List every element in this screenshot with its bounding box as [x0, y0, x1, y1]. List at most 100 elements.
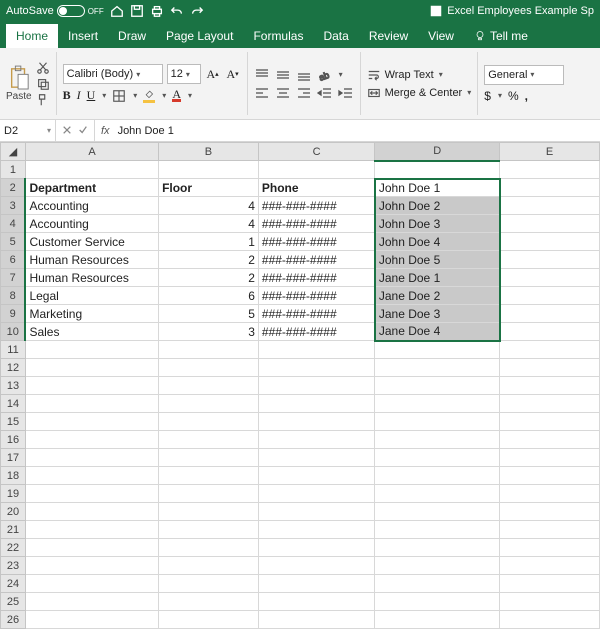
undo-icon[interactable] [170, 4, 184, 18]
cell[interactable] [258, 431, 374, 449]
cell[interactable] [375, 377, 500, 395]
merge-center-button[interactable]: Merge & Center▾ [367, 86, 472, 100]
cell[interactable]: ###-###-#### [258, 215, 374, 233]
column-header-d[interactable]: D [375, 143, 500, 161]
cancel-formula-icon[interactable] [62, 124, 72, 138]
cell[interactable] [500, 269, 600, 287]
row-header[interactable]: 7 [1, 269, 26, 287]
cell[interactable] [500, 215, 600, 233]
cell[interactable]: ###-###-#### [258, 251, 374, 269]
format-painter-icon[interactable] [36, 93, 50, 107]
italic-button[interactable]: I [77, 88, 81, 103]
cell[interactable]: Jane Doe 1 [375, 269, 500, 287]
cell[interactable]: ###-###-#### [258, 197, 374, 215]
orientation-icon[interactable]: ab [317, 68, 333, 82]
cell[interactable] [25, 431, 158, 449]
cell[interactable] [258, 413, 374, 431]
tab-draw[interactable]: Draw [108, 24, 156, 48]
comma-button[interactable]: , [525, 89, 528, 103]
cell[interactable]: John Doe 5 [375, 251, 500, 269]
row-header[interactable]: 23 [1, 557, 26, 575]
cell[interactable] [159, 611, 259, 629]
copy-icon[interactable] [36, 77, 50, 91]
tab-insert[interactable]: Insert [58, 24, 108, 48]
cell[interactable] [258, 521, 374, 539]
cell[interactable] [159, 521, 259, 539]
align-center-icon[interactable] [275, 86, 291, 100]
cell[interactable]: Jane Doe 3 [375, 305, 500, 323]
row-header[interactable]: 25 [1, 593, 26, 611]
cell[interactable] [500, 341, 600, 359]
cell[interactable] [159, 431, 259, 449]
row-header[interactable]: 24 [1, 575, 26, 593]
cell[interactable]: ###-###-#### [258, 323, 374, 341]
cell[interactable]: Human Resources [25, 269, 158, 287]
cell[interactable]: Jane Doe 2 [375, 287, 500, 305]
cell-active[interactable]: John Doe 1 [375, 179, 500, 197]
cell[interactable] [500, 323, 600, 341]
cell[interactable] [159, 539, 259, 557]
cell[interactable] [500, 197, 600, 215]
cell[interactable] [258, 467, 374, 485]
cell[interactable] [25, 575, 158, 593]
autosave-toggle[interactable]: AutoSave OFF [6, 5, 104, 17]
cell[interactable] [258, 557, 374, 575]
cell[interactable] [375, 575, 500, 593]
enter-formula-icon[interactable] [78, 124, 88, 138]
cell[interactable] [25, 395, 158, 413]
column-header-e[interactable]: E [500, 143, 600, 161]
cell[interactable] [375, 593, 500, 611]
cell[interactable] [258, 377, 374, 395]
row-header[interactable]: 15 [1, 413, 26, 431]
row-header[interactable]: 22 [1, 539, 26, 557]
indent-increase-icon[interactable] [338, 86, 354, 100]
cell[interactable]: 4 [159, 197, 259, 215]
cell[interactable]: 2 [159, 251, 259, 269]
align-left-icon[interactable] [254, 86, 270, 100]
cell[interactable]: Customer Service [25, 233, 158, 251]
cell[interactable] [25, 611, 158, 629]
cell[interactable] [159, 503, 259, 521]
cell[interactable] [375, 395, 500, 413]
cell[interactable]: Sales [25, 323, 158, 341]
cell[interactable] [375, 449, 500, 467]
tab-data[interactable]: Data [313, 24, 358, 48]
cell[interactable] [258, 359, 374, 377]
cell[interactable] [258, 485, 374, 503]
row-header[interactable]: 16 [1, 431, 26, 449]
cell[interactable] [25, 161, 158, 179]
cell[interactable]: 5 [159, 305, 259, 323]
cell[interactable] [25, 449, 158, 467]
align-top-icon[interactable] [254, 68, 270, 82]
cell[interactable] [159, 593, 259, 611]
select-all-corner[interactable]: ◢ [1, 143, 26, 161]
row-header[interactable]: 14 [1, 395, 26, 413]
cell[interactable] [375, 611, 500, 629]
row-header[interactable]: 11 [1, 341, 26, 359]
wrap-text-button[interactable]: Wrap Text▾ [367, 68, 472, 82]
cell[interactable]: John Doe 3 [375, 215, 500, 233]
cell[interactable] [25, 377, 158, 395]
cell[interactable] [25, 341, 158, 359]
column-header-a[interactable]: A [25, 143, 158, 161]
cell[interactable] [375, 413, 500, 431]
cell[interactable]: 6 [159, 287, 259, 305]
cell[interactable]: ###-###-#### [258, 287, 374, 305]
print-icon[interactable] [150, 4, 164, 18]
tab-review[interactable]: Review [359, 24, 418, 48]
tab-formulas[interactable]: Formulas [243, 24, 313, 48]
cell[interactable] [500, 359, 600, 377]
cell[interactable] [500, 557, 600, 575]
cell[interactable] [500, 467, 600, 485]
formula-value[interactable]: John Doe 1 [116, 125, 176, 137]
decrease-font-icon[interactable]: A▾ [225, 66, 241, 82]
indent-decrease-icon[interactable] [317, 86, 333, 100]
cell[interactable] [500, 377, 600, 395]
cell[interactable] [375, 467, 500, 485]
column-header-c[interactable]: C [258, 143, 374, 161]
row-header[interactable]: 2 [1, 179, 26, 197]
tab-home[interactable]: Home [6, 24, 58, 48]
row-header[interactable]: 26 [1, 611, 26, 629]
cell[interactable] [500, 395, 600, 413]
cell[interactable]: John Doe 2 [375, 197, 500, 215]
